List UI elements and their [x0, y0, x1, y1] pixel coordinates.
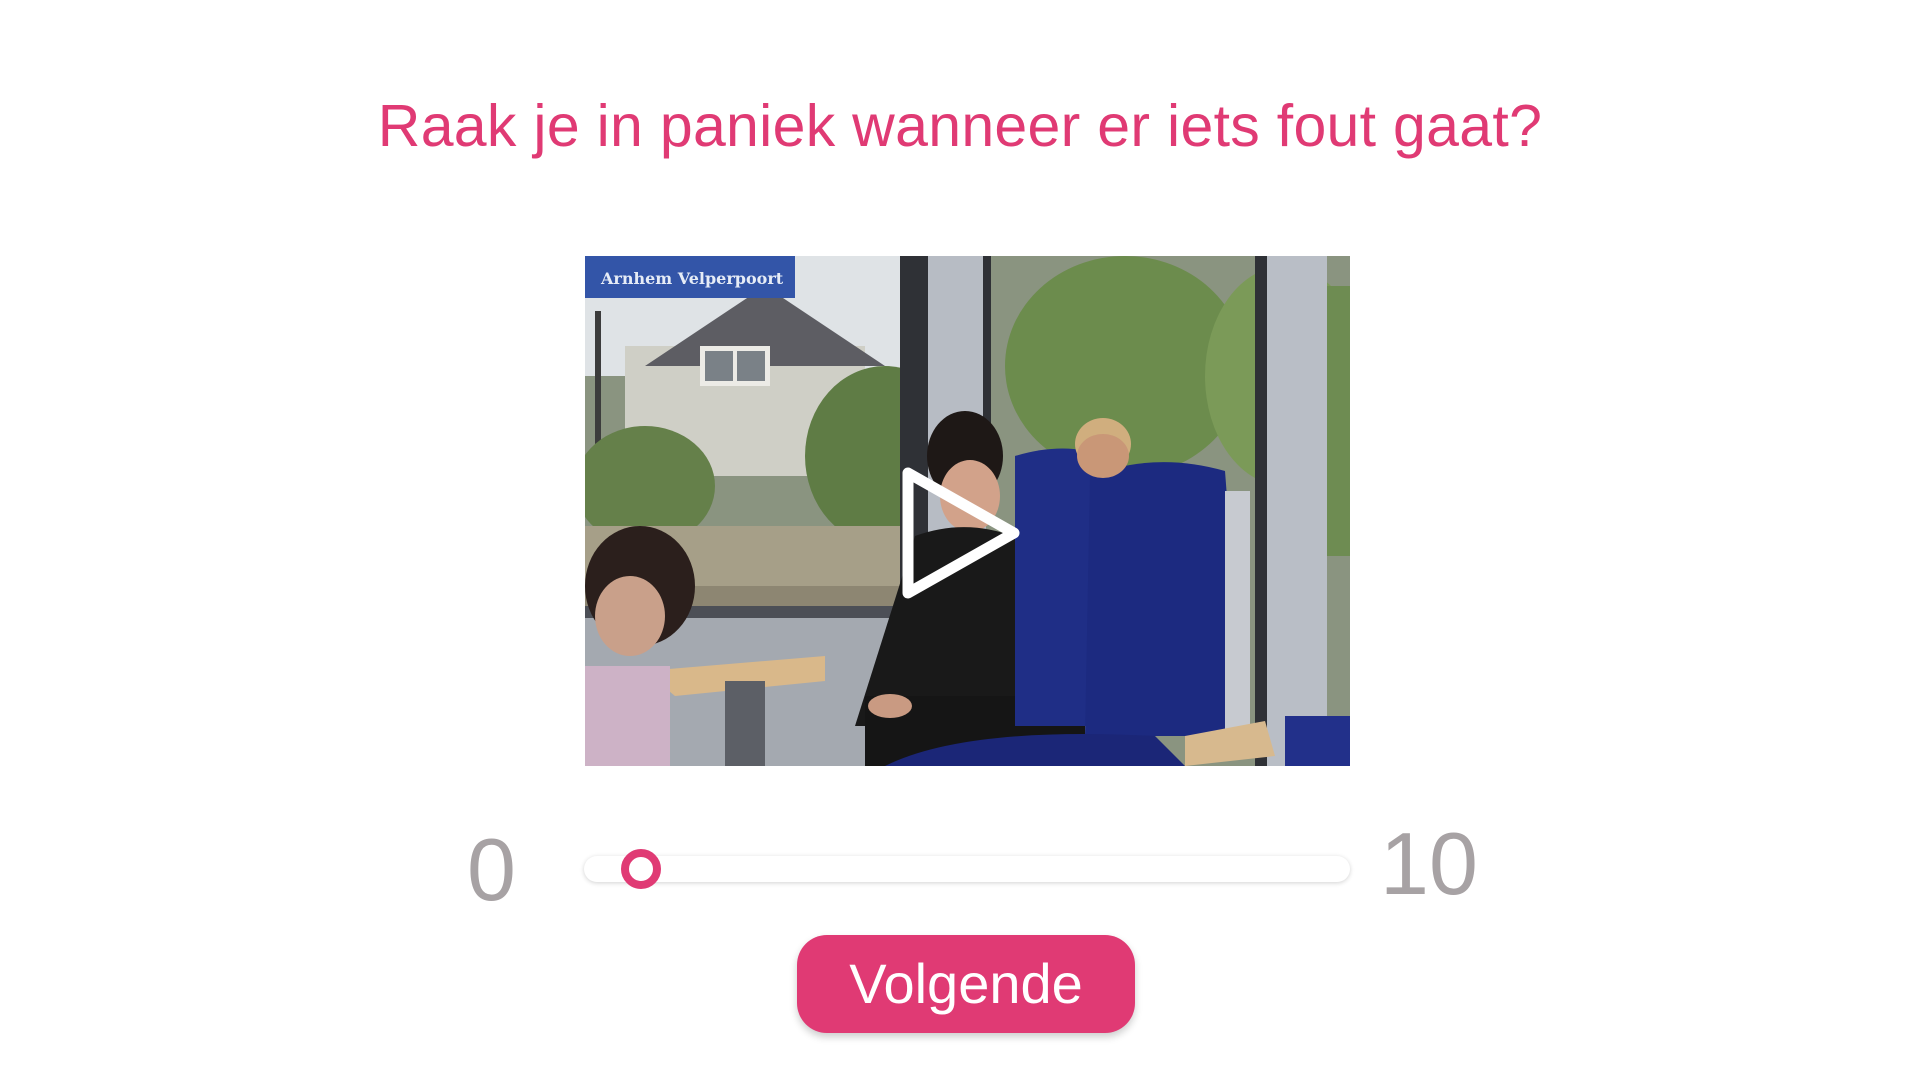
- scale-min-label: 0: [467, 820, 516, 919]
- next-button[interactable]: Volgende: [797, 935, 1135, 1033]
- video-player[interactable]: Arnhem Velperpoort: [585, 256, 1350, 766]
- question-title: Raak je in paniek wanneer er iets fout g…: [377, 93, 1543, 159]
- scale-max-label: 10: [1380, 814, 1478, 913]
- slider-thumb[interactable]: [621, 849, 661, 889]
- station-sign-text: Arnhem Velperpoort: [600, 269, 784, 288]
- survey-page: Raak je in paniek wanneer er iets fout g…: [0, 0, 1920, 1080]
- play-icon[interactable]: [896, 463, 1026, 603]
- rating-slider[interactable]: [584, 849, 1350, 889]
